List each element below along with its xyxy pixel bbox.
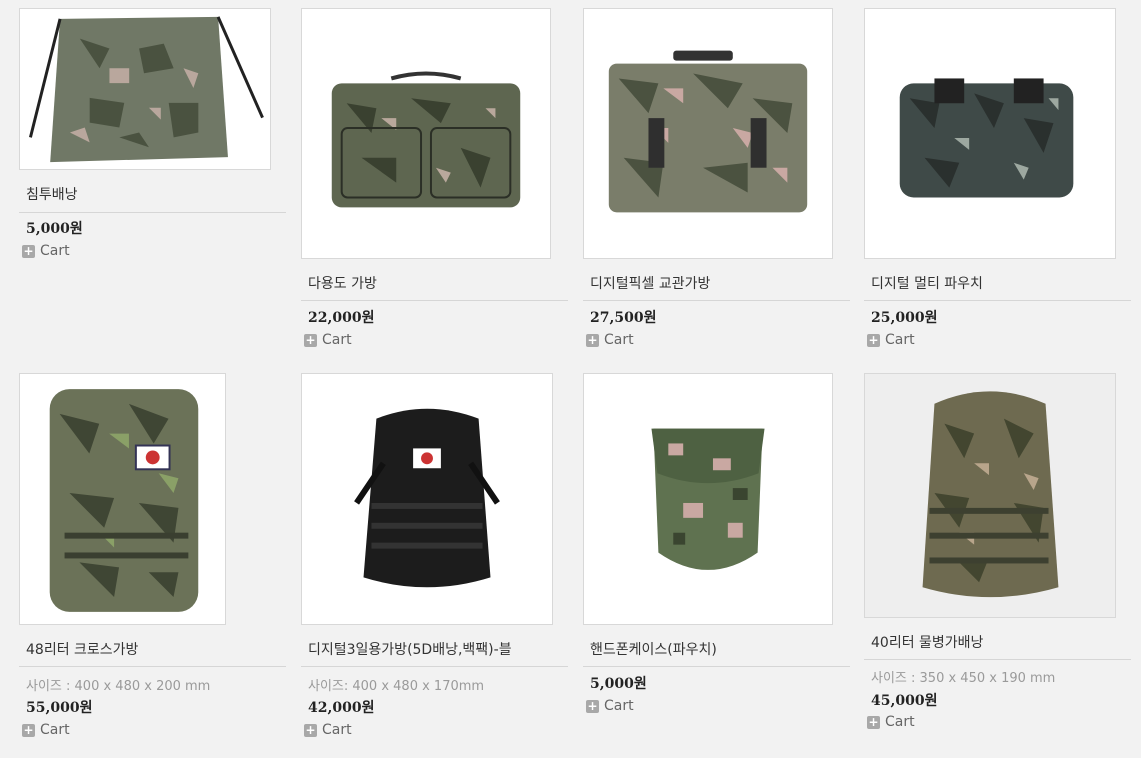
product-price: 55,000원 [26, 700, 93, 716]
product-name[interactable]: 48리터 크로스가방 [26, 639, 138, 659]
plus-icon: + [22, 722, 35, 737]
add-to-cart-button[interactable]: + Cart [586, 698, 634, 714]
product-name[interactable]: 디지털 멀티 파우치 [871, 273, 983, 293]
divider [583, 300, 850, 301]
cart-label: Cart [885, 332, 915, 348]
product-price: 5,000원 [590, 676, 647, 692]
add-to-cart-button[interactable]: + Cart [304, 332, 352, 348]
plus-icon: + [304, 722, 317, 737]
add-to-cart-button[interactable]: + Cart [304, 722, 352, 738]
product-grid: 침투배낭 5,000원 + Cart 다용도 가방 22,000원 + Cart [0, 0, 1141, 758]
product-image[interactable] [19, 373, 226, 625]
plus-icon: + [22, 243, 35, 258]
cart-label: Cart [40, 243, 70, 259]
product-image[interactable] [301, 8, 551, 259]
product-name[interactable]: 핸드폰케이스(파우치) [590, 639, 717, 659]
camo-drawstring-bag-image [20, 9, 270, 169]
product-image[interactable] [583, 8, 833, 259]
product-price: 22,000원 [308, 310, 375, 326]
product-name[interactable]: 디지털3일용가방(5D배낭,백팩)-블 [308, 639, 512, 659]
product-name[interactable]: 디지털픽셀 교관가방 [590, 273, 710, 293]
product-price: 25,000원 [871, 310, 938, 326]
product-size: 사이즈 : 350 x 450 x 190 mm [871, 671, 1056, 686]
plus-icon: + [586, 332, 599, 347]
product-price: 45,000원 [871, 693, 938, 709]
cart-label: Cart [885, 714, 915, 730]
divider [19, 666, 286, 667]
product-image[interactable] [301, 373, 553, 625]
cart-label: Cart [40, 722, 70, 738]
cart-label: Cart [604, 332, 634, 348]
product-price: 42,000원 [308, 700, 375, 716]
plus-icon: + [867, 332, 880, 347]
divider [19, 212, 286, 213]
black-3day-backpack-image [302, 374, 552, 624]
divider [301, 666, 568, 667]
cart-label: Cart [322, 332, 352, 348]
camo-multipurpose-bag-image [302, 9, 550, 258]
camo-multi-pouch-image [865, 9, 1115, 258]
divider [864, 659, 1131, 660]
camo-backpack-48l-image [20, 374, 225, 624]
divider [301, 300, 568, 301]
product-size: 사이즈: 400 x 480 x 170mm [308, 679, 485, 694]
plus-icon: + [867, 714, 880, 729]
cart-label: Cart [604, 698, 634, 714]
product-price: 5,000원 [26, 221, 83, 237]
product-size: 사이즈 : 400 x 480 x 200 mm [26, 679, 211, 694]
product-price: 27,500원 [590, 310, 657, 326]
plus-icon: + [586, 698, 599, 713]
camo-phone-case-image [584, 374, 832, 624]
product-image[interactable] [19, 8, 271, 170]
plus-icon: + [304, 332, 317, 347]
cart-label: Cart [322, 722, 352, 738]
add-to-cart-button[interactable]: + Cart [867, 332, 915, 348]
add-to-cart-button[interactable]: + Cart [867, 714, 915, 730]
add-to-cart-button[interactable]: + Cart [586, 332, 634, 348]
product-image[interactable] [583, 373, 833, 625]
camo-backpack-40l-image [865, 374, 1115, 617]
product-name[interactable]: 침투배낭 [26, 184, 78, 204]
camo-instructor-bag-image [584, 9, 832, 258]
add-to-cart-button[interactable]: + Cart [22, 243, 70, 259]
product-name[interactable]: 다용도 가방 [308, 273, 377, 293]
product-image[interactable] [864, 8, 1116, 259]
divider [583, 666, 850, 667]
product-name[interactable]: 40리터 물병가배낭 [871, 632, 983, 652]
product-image[interactable] [864, 373, 1116, 618]
add-to-cart-button[interactable]: + Cart [22, 722, 70, 738]
divider [864, 300, 1131, 301]
